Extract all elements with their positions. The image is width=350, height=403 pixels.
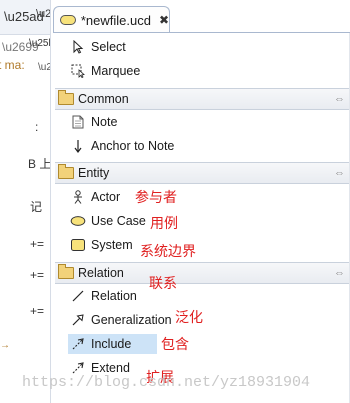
note-icon <box>70 114 86 130</box>
left-mark: : <box>35 120 39 134</box>
tool-label: Actor <box>91 190 121 204</box>
left-clipped-text: t ma: <box>0 58 25 72</box>
tab-strip-divider <box>53 32 350 33</box>
left-mark: += <box>30 304 45 318</box>
tab-close-icon[interactable]: ✖ <box>159 13 169 27</box>
editor-tab[interactable]: *newfile.ucd ✖ <box>53 6 170 33</box>
left-mark: 记 <box>30 200 43 214</box>
system-box-icon <box>70 237 86 253</box>
tool-anchor-to-note[interactable]: Anchor to Note <box>70 136 174 156</box>
tool-label: Include <box>91 337 132 351</box>
tool-marquee[interactable]: Marquee <box>70 61 140 81</box>
annotation-include: 包含 <box>161 336 189 352</box>
annotation-actor: 参与者 <box>135 189 177 205</box>
drawer-pin-icon[interactable]: ⇔ <box>334 267 345 279</box>
usecase-ellipse-icon <box>70 213 86 229</box>
left-clipped-view: \u25ad \u2716 \u2699 \u25bd t ma: \u25b2… <box>0 0 51 403</box>
watermark: https://blog.csdn.net/yz18931904 <box>22 374 311 391</box>
tool-relation[interactable]: Relation <box>70 286 137 306</box>
marquee-icon <box>70 63 86 79</box>
tool-generalization[interactable]: Generalization <box>70 310 172 330</box>
annotation-relation: 联系 <box>149 275 177 291</box>
tool-label: Extend <box>91 361 130 375</box>
tool-actor[interactable]: Actor <box>70 187 120 207</box>
tool-label: Generalization <box>91 313 172 327</box>
drawer-relation[interactable]: Relation ⇔ <box>55 262 349 284</box>
drawer-label: Entity <box>78 166 110 180</box>
tool-label: Relation <box>91 289 137 303</box>
tool-include[interactable]: Include <box>68 334 157 354</box>
tool-use-case[interactable]: Use Case <box>70 211 146 231</box>
left-mark: += <box>30 237 45 251</box>
folder-open-icon <box>58 264 74 279</box>
editor-tab-title: *newfile.ucd <box>80 12 151 28</box>
folder-open-icon <box>58 90 74 105</box>
left-mark: += <box>30 268 45 282</box>
generalization-arrow-icon <box>70 312 86 328</box>
left-close-icon[interactable]: \u2716 <box>36 8 50 20</box>
tool-select[interactable]: Select <box>70 37 126 57</box>
drawer-pin-icon[interactable]: ⇔ <box>334 93 345 105</box>
left-mark: B 上 <box>28 157 51 171</box>
usecase-diagram-icon <box>60 15 76 25</box>
actor-icon <box>70 189 86 205</box>
annotation-generalization: 泛化 <box>175 309 203 325</box>
anchor-arrow-icon <box>70 138 86 154</box>
left-mark: → <box>0 340 10 351</box>
drawer-entity[interactable]: Entity ⇔ <box>55 162 349 184</box>
tool-label: Use Case <box>91 214 146 228</box>
line-icon <box>70 288 86 304</box>
annotation-system: 系统边界 <box>140 243 196 259</box>
select-arrow-icon <box>70 39 86 55</box>
drawer-common[interactable]: Common ⇔ <box>55 88 349 110</box>
left-view-toolbar: \u25ad \u2716 <box>0 0 50 35</box>
drawer-label: Relation <box>78 266 124 280</box>
left-scroll-up-icon[interactable]: \u25b2 <box>38 62 50 73</box>
tool-label: Select <box>91 40 126 54</box>
left-chevron-down-icon[interactable]: \u25bd <box>29 38 50 49</box>
tool-label: System <box>91 238 133 252</box>
tool-note[interactable]: Note <box>70 112 117 132</box>
tool-label: Marquee <box>91 64 141 78</box>
tool-label: Note <box>91 115 118 129</box>
drawer-label: Common <box>78 92 129 106</box>
tool-label: Anchor to Note <box>91 139 175 153</box>
folder-open-icon <box>58 164 74 179</box>
include-dashed-arrow-icon <box>70 336 86 352</box>
annotation-use-case: 用例 <box>150 215 178 231</box>
palette-view: *newfile.ucd ✖ Select Marquee Common ⇔ N… <box>53 0 350 403</box>
tool-system[interactable]: System <box>70 235 133 255</box>
drawer-pin-icon[interactable]: ⇔ <box>334 167 345 179</box>
